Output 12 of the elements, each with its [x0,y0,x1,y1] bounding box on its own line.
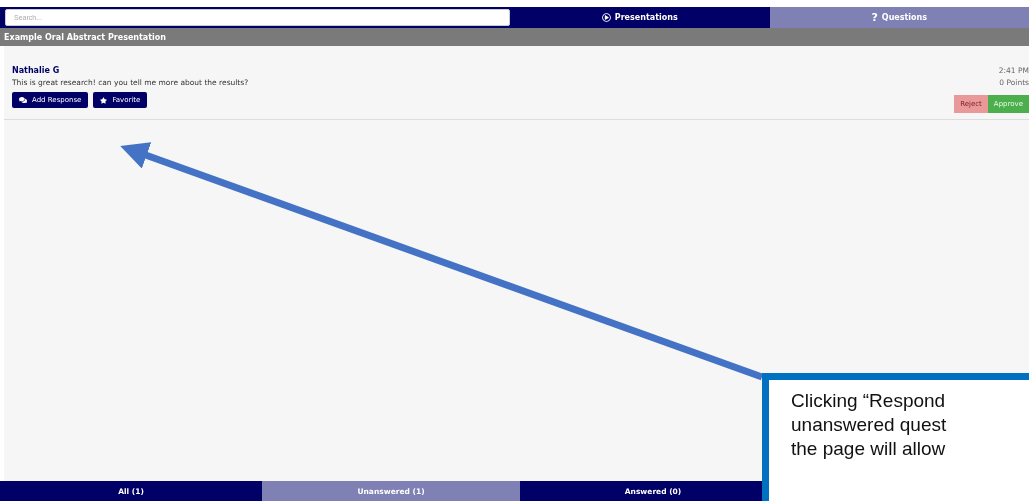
presentation-title: Example Oral Abstract Presentation [0,28,1029,46]
star-icon [100,96,108,104]
tab-label: Presentations [614,13,678,22]
callout-text: unanswered quest [791,413,948,437]
tab-label: Questions [881,13,928,22]
question-author: Nathalie G [12,66,61,75]
play-icon [601,13,611,22]
nav-tab[interactable]: ? Questions [769,7,1029,28]
question-icon: ? [871,11,878,24]
comments-icon [19,96,27,104]
callout-text: Clicking “Respond [791,389,947,413]
callout-text: the page will allow [791,437,947,461]
